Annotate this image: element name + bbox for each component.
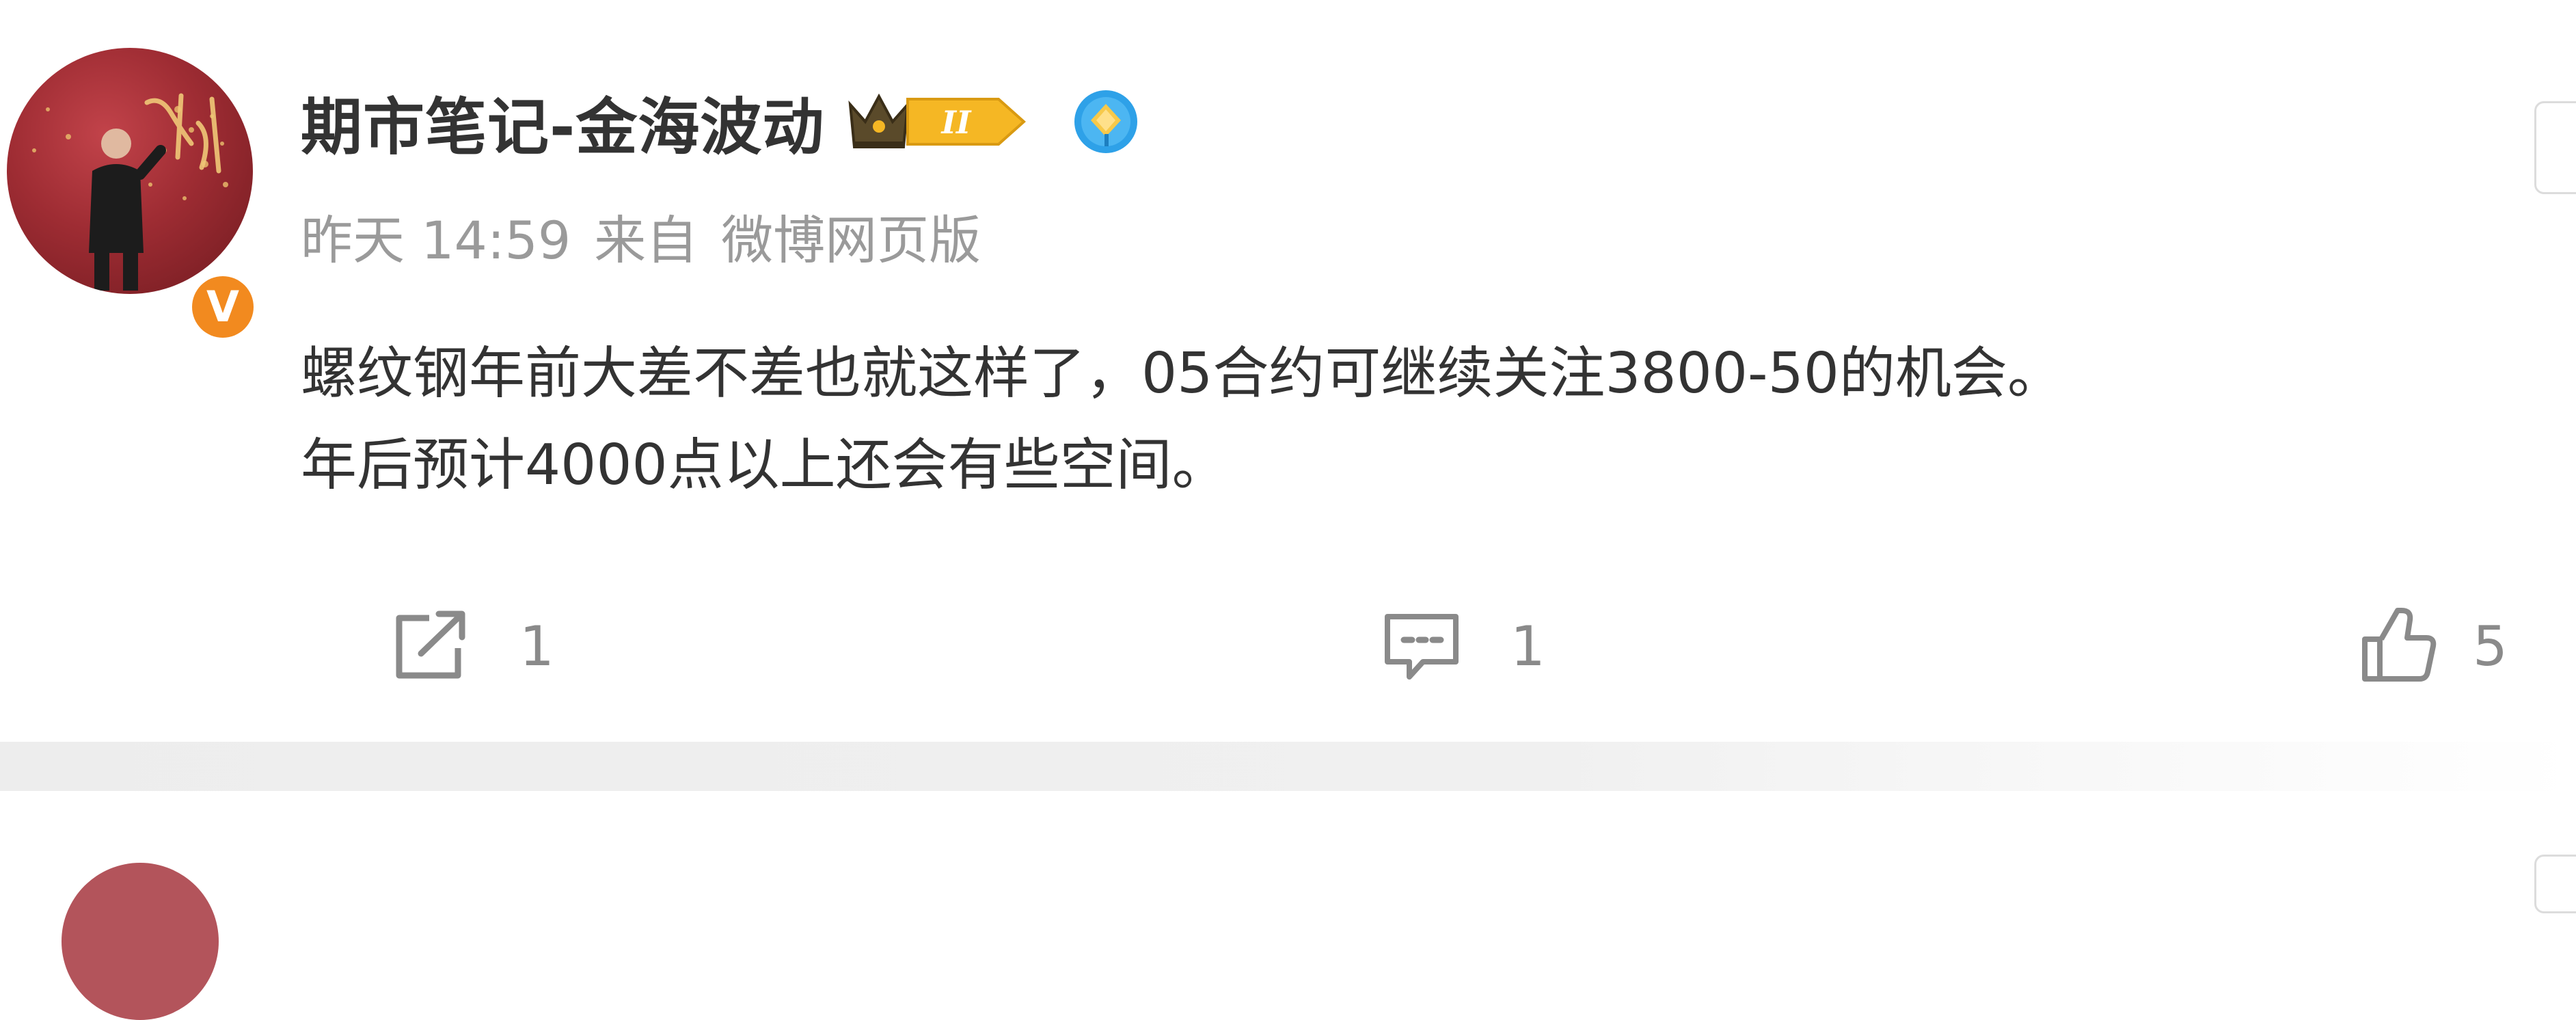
like-button[interactable]: 5: [2358, 588, 2508, 704]
source-prefix: 来自: [594, 210, 699, 271]
share-button[interactable]: 1: [390, 588, 554, 704]
share-icon: [396, 610, 465, 679]
comment-icon: [1385, 614, 1459, 680]
author-row: 期市笔记-金海波动 II: [301, 81, 1141, 163]
share-count: 1: [519, 614, 554, 678]
post-meta: 昨天 14:59 来自 微博网页版: [301, 198, 1004, 273]
avatar-photo: [7, 48, 253, 294]
blue-diamond-member-icon[interactable]: [1070, 86, 1141, 157]
post-actions-bar: 1 1 5: [0, 588, 2576, 704]
post-content: 螺纹钢年前大差不差也就这样了，05合约可继续关注3800-50的机会。 年后预计…: [301, 328, 2556, 511]
post-divider: [0, 742, 2576, 791]
side-panel-edge: [2534, 101, 2576, 194]
verified-badge-icon: V: [186, 270, 260, 344]
post-time[interactable]: 昨天 14:59: [301, 198, 571, 273]
next-post-card: [0, 791, 2576, 1020]
post-content-line: 年后预计4000点以上还会有些空间。: [301, 433, 1228, 498]
post-source[interactable]: 微博网页版: [721, 198, 981, 273]
crown-level-badge-icon[interactable]: II: [845, 84, 1029, 159]
side-panel-edge-lower: [2534, 855, 2576, 913]
next-author-avatar[interactable]: [62, 863, 219, 1020]
thumbs-up-icon: [2362, 608, 2437, 682]
like-count: 5: [2473, 614, 2508, 678]
comment-button[interactable]: 1: [1381, 588, 1545, 704]
post-content-line: 螺纹钢年前大差不差也就这样了，05合约可继续关注3800-50的机会。: [301, 341, 2063, 406]
level-badge-label: II: [940, 104, 973, 141]
comment-count: 1: [1510, 614, 1545, 678]
author-name[interactable]: 期市笔记-金海波动: [301, 77, 824, 166]
author-avatar[interactable]: V: [7, 48, 260, 344]
weibo-post-card: V 期市笔记-金海波动 II 昨天 14:59 来自 微博网页版 螺纹钢年前大差…: [0, 0, 2576, 745]
